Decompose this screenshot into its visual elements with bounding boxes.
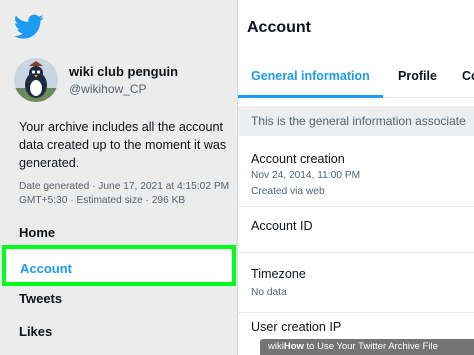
tab-profile[interactable]: Profile — [398, 69, 437, 83]
account-creation-date: Nov 24, 2014, 11:00 PM — [251, 170, 361, 181]
sidebar: wiki club penguin @wikihow_CP Your archi… — [0, 0, 237, 355]
sidebar-item-account[interactable]: Account — [2, 245, 236, 286]
profile-handle: @wikihow_CP — [69, 82, 147, 96]
archive-meta: Date generated · June 17, 2021 at 4:15:0… — [19, 181, 230, 206]
archive-description: Your archive includes all the account da… — [19, 120, 227, 170]
watermark-how: How — [283, 341, 304, 352]
account-id-row: Account ID — [238, 207, 474, 253]
watermark-text: wikiHow to Use Your Twitter Archive File — [268, 341, 438, 352]
account-id-title: Account ID — [251, 219, 313, 233]
avatar[interactable] — [14, 58, 58, 102]
user-creation-ip-title: User creation IP — [251, 320, 342, 334]
penguin-avatar-icon — [14, 58, 58, 102]
profile-name: wiki club penguin — [69, 64, 179, 79]
main-panel: Account General information Profile Co T… — [238, 0, 474, 355]
sidebar-item-home[interactable]: Home — [19, 225, 55, 240]
sidebar-item-likes[interactable]: Likes — [19, 324, 52, 339]
sidebar-item-account-label: Account — [20, 261, 72, 276]
sidebar-item-tweets[interactable]: Tweets — [19, 291, 62, 306]
tab-bar: General information Profile Co — [238, 56, 474, 98]
tab-general-information[interactable]: General information — [251, 69, 370, 83]
info-banner: This is the general information associat… — [238, 106, 474, 136]
watermark: wikiHow to Use Your Twitter Archive File — [260, 339, 474, 355]
twitter-bird-icon[interactable] — [14, 14, 44, 40]
page-title: Account — [247, 19, 311, 36]
account-creation-via: Created via web — [251, 186, 325, 197]
active-tab-indicator — [238, 95, 383, 98]
timezone-row: Timezone No data — [238, 253, 474, 313]
info-banner-text: This is the general information associat… — [251, 114, 466, 128]
account-creation-row: Account creation Nov 24, 2014, 11:00 PM … — [238, 146, 474, 207]
tab-more[interactable]: Co — [462, 69, 474, 83]
timezone-value: No data — [251, 287, 287, 298]
account-creation-title: Account creation — [251, 152, 345, 166]
watermark-rest: to Use Your Twitter Archive File — [303, 341, 438, 352]
timezone-title: Timezone — [251, 267, 306, 281]
watermark-brand: wiki — [268, 341, 284, 352]
